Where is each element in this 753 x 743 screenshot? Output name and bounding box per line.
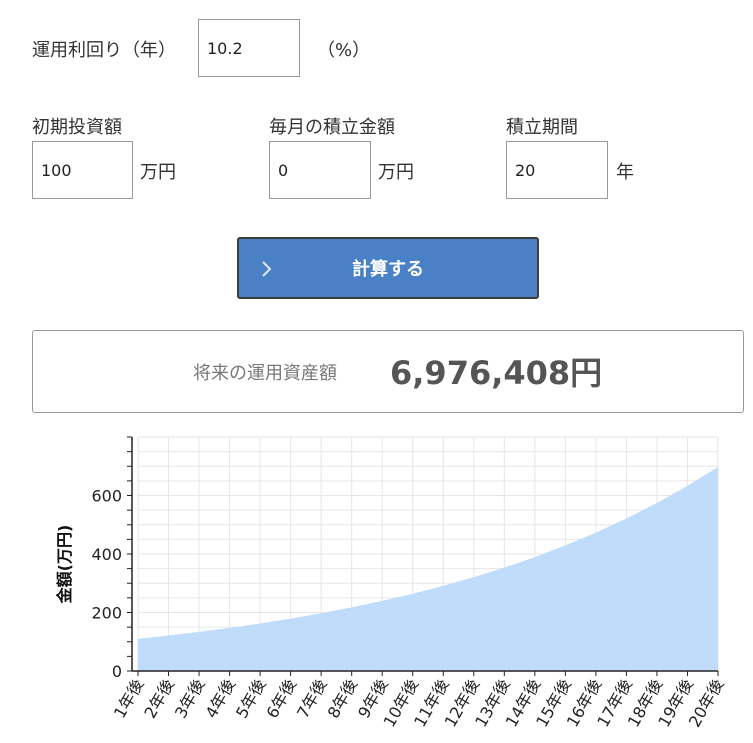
y-tick-label: 0 — [112, 662, 122, 681]
initial-input[interactable] — [32, 141, 133, 199]
calculate-button[interactable]: 計算する — [237, 237, 539, 299]
x-tick-labels: 1年後2年後3年後4年後5年後6年後7年後8年後9年後10年後11年後12年後1… — [110, 676, 728, 731]
result-box: 将来の運用資産額 6,976,408円 — [32, 330, 744, 413]
result-value: 6,976,408円 — [390, 354, 603, 392]
y-tick-label: 600 — [91, 487, 122, 506]
x-tick-label: 6年後 — [263, 676, 301, 722]
monthly-label: 毎月の積立金額 — [269, 117, 395, 138]
growth-chart: 0 200 400 600 1年後2年後3年後4年後5年後6年後7年後8年後9年後10… — [55, 436, 728, 731]
y-tick-label: 400 — [91, 545, 122, 564]
x-tick-label: 4年後 — [201, 676, 239, 722]
y-tick-labels: 0 200 400 600 — [91, 487, 122, 682]
x-tick-label: 2年後 — [140, 676, 178, 722]
x-tick-label: 8年後 — [324, 676, 362, 722]
period-label: 積立期間 — [506, 117, 578, 138]
y-tick-label: 200 — [91, 604, 122, 623]
initial-label: 初期投資額 — [32, 117, 122, 138]
result-label: 将来の運用資産額 — [193, 363, 337, 384]
x-tick-label: 5年後 — [232, 676, 270, 722]
rate-unit: （%） — [317, 40, 371, 61]
x-tick-label: 7年後 — [293, 676, 331, 722]
period-unit: 年 — [616, 162, 634, 183]
monthly-input[interactable] — [269, 141, 371, 199]
rate-label: 運用利回り（年） — [32, 40, 176, 61]
x-tick-label: 1年後 — [110, 676, 148, 722]
rate-input[interactable] — [198, 19, 300, 77]
period-input[interactable] — [506, 141, 608, 199]
calculate-button-label: 計算する — [352, 259, 424, 280]
y-axis-label: 金額(万円) — [55, 525, 74, 605]
monthly-unit: 万円 — [378, 162, 414, 183]
x-tick-label: 3年後 — [171, 676, 209, 722]
initial-unit: 万円 — [140, 162, 176, 183]
